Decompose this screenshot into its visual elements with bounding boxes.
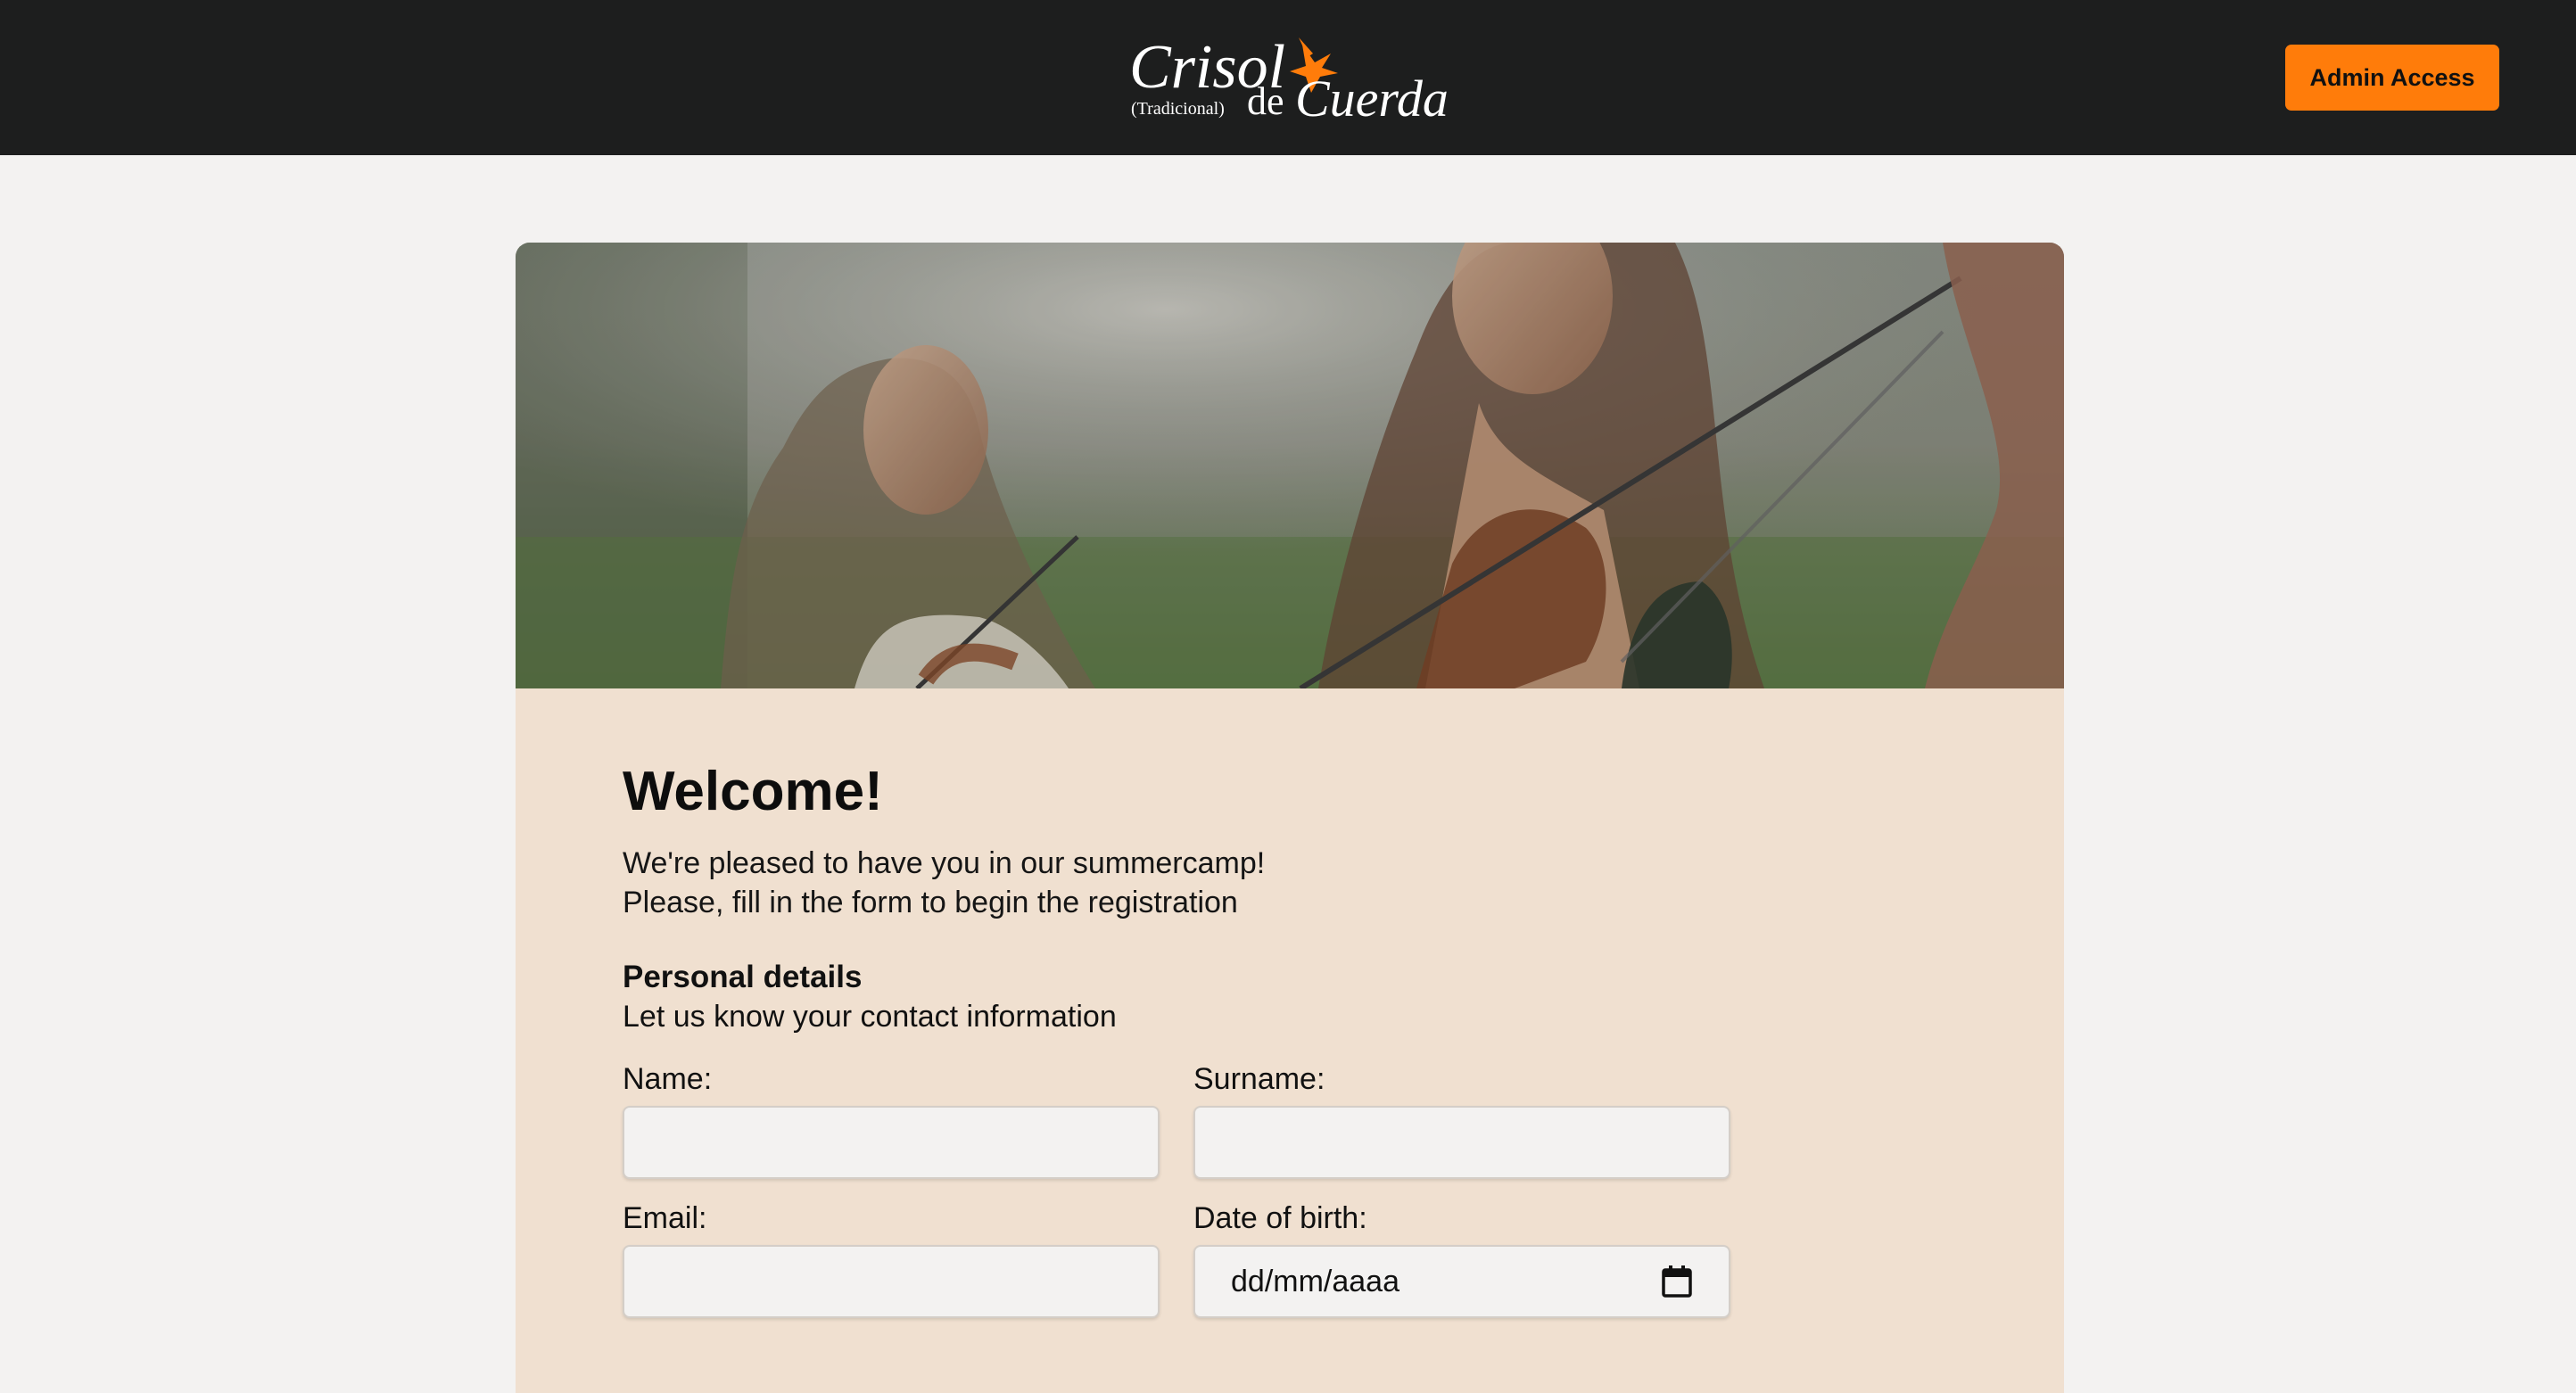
email-label: Email: (623, 1201, 707, 1235)
registration-card: Welcome! We're pleased to have you in ou… (516, 243, 2064, 1393)
surname-field-group: Surname: (1193, 1061, 1730, 1179)
dob-input[interactable]: dd/mm/aaaa (1193, 1245, 1730, 1318)
dob-field-group: Date of birth: dd/mm/aaaa (1193, 1200, 1730, 1318)
crisol-de-cuerda-logo: Crisol (Tradicional) de Cuerda (1129, 33, 1449, 128)
admin-access-button[interactable]: Admin Access (2285, 45, 2499, 111)
email-input[interactable] (623, 1245, 1160, 1318)
surname-input[interactable] (1193, 1106, 1730, 1179)
intro-line-1: We're pleased to have you in our summerc… (623, 846, 1266, 880)
top-bar: Crisol (Tradicional) de Cuerda Admin Acc… (0, 0, 2576, 155)
email-field-group: Email: (623, 1200, 1160, 1318)
name-label: Name: (623, 1062, 713, 1096)
svg-text:(Tradicional): (Tradicional) (1131, 99, 1225, 119)
violinists-photo (516, 243, 2064, 688)
section-title: Personal details (623, 960, 863, 994)
calendar-icon[interactable] (1661, 1265, 1693, 1298)
logo[interactable]: Crisol (Tradicional) de Cuerda (1124, 27, 1463, 134)
personal-details-form: Name: Surname: Email: Date of birth: dd/… (623, 1061, 1782, 1318)
surname-label: Surname: (1193, 1062, 1325, 1096)
svg-text:Cuerda: Cuerda (1295, 70, 1449, 128)
hero-image (516, 243, 2064, 688)
section-subtitle: Let us know your contact information (623, 1000, 1117, 1034)
name-field-group: Name: (623, 1061, 1160, 1179)
dob-placeholder: dd/mm/aaaa (1231, 1264, 1399, 1298)
page-title: Welcome! (623, 761, 883, 822)
intro-line-2: Please, fill in the form to begin the re… (623, 886, 1238, 919)
form-content: Welcome! We're pleased to have you in ou… (623, 760, 1782, 1318)
dob-label: Date of birth: (1193, 1201, 1367, 1235)
svg-text:de: de (1247, 79, 1284, 123)
name-input[interactable] (623, 1106, 1160, 1179)
